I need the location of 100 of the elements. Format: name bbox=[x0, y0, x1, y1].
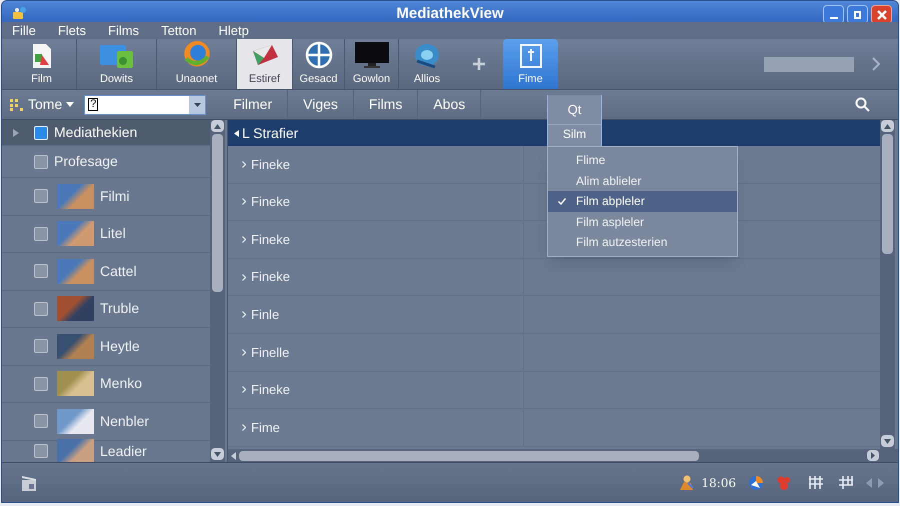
list-item[interactable]: Fime bbox=[251, 418, 280, 438]
vertical-scrollbar[interactable] bbox=[210, 120, 225, 462]
menu-item[interactable]: Flets bbox=[58, 20, 86, 40]
close-icon bbox=[876, 10, 886, 20]
globe-icon[interactable] bbox=[748, 474, 764, 490]
list-item[interactable]: Fineke bbox=[251, 230, 290, 250]
window-title: MediathekView bbox=[396, 4, 504, 24]
menu-item[interactable]: Film abpleler bbox=[548, 191, 737, 212]
menu-item[interactable]: Tetton bbox=[161, 20, 196, 40]
list-item[interactable]: Fineke bbox=[251, 192, 290, 212]
sidebar-item[interactable]: Heytle bbox=[2, 328, 210, 366]
toolbar-button[interactable]: Gesacd bbox=[293, 39, 345, 89]
sidebar-item[interactable]: Menko bbox=[2, 366, 210, 403]
folder-icon bbox=[98, 42, 134, 68]
scroll-left-icon bbox=[231, 452, 236, 460]
tab[interactable]: Viges bbox=[288, 90, 354, 119]
menu-item[interactable]: Alim ablieler bbox=[548, 170, 737, 191]
photo-placeholder bbox=[57, 371, 94, 396]
list-item[interactable]: Fineke bbox=[251, 154, 290, 174]
sidebar-item[interactable]: Mediathekien bbox=[2, 120, 210, 146]
film-frame-icon bbox=[518, 42, 542, 68]
menu-item[interactable]: Films bbox=[108, 20, 140, 40]
person-icon[interactable] bbox=[678, 474, 696, 491]
toolbar-button[interactable]: Unaonet bbox=[157, 39, 237, 89]
checkbox[interactable] bbox=[34, 302, 48, 316]
grid-icon bbox=[10, 98, 24, 110]
vertical-scrollbar[interactable] bbox=[880, 120, 895, 449]
item-label: Filmi bbox=[100, 186, 130, 206]
sidebar-item[interactable]: Truble bbox=[2, 290, 210, 328]
scroll-thumb[interactable] bbox=[239, 450, 699, 460]
item-label: Truble bbox=[100, 299, 140, 318]
plus-icon[interactable] bbox=[473, 58, 485, 70]
browser-icon bbox=[182, 39, 212, 68]
toolbar-button[interactable]: Film bbox=[7, 39, 77, 89]
menu-item[interactable]: Fille bbox=[12, 20, 36, 40]
sidebar-item[interactable]: Filmi bbox=[2, 178, 210, 216]
photo-placeholder bbox=[57, 296, 94, 322]
minimize-icon bbox=[830, 17, 838, 19]
list-item[interactable]: Fineke bbox=[251, 380, 290, 400]
menu-item[interactable]: Film aspleler bbox=[548, 212, 737, 232]
maximize-icon bbox=[854, 10, 861, 18]
table-icon[interactable] bbox=[838, 475, 854, 490]
tab[interactable]: Films bbox=[354, 90, 418, 119]
tab[interactable]: Abos bbox=[418, 90, 482, 119]
checkbox[interactable] bbox=[34, 154, 48, 168]
horizontal-scrollbar[interactable] bbox=[228, 449, 898, 462]
combo-field[interactable]: ? bbox=[84, 94, 206, 114]
item-label: Litel bbox=[100, 224, 126, 244]
expand-arrow-icon[interactable] bbox=[13, 128, 19, 136]
toolbar-button[interactable]: Estiref bbox=[237, 39, 293, 89]
item-label: Menko bbox=[100, 374, 142, 394]
photo-placeholder bbox=[57, 221, 94, 246]
crosshair-icon bbox=[304, 40, 332, 68]
collapse-icon bbox=[234, 130, 239, 136]
grid-icon[interactable] bbox=[808, 475, 824, 490]
checkbox[interactable] bbox=[34, 376, 48, 391]
checkbox[interactable] bbox=[34, 226, 48, 241]
menu-item[interactable]: Hletp bbox=[218, 20, 249, 40]
arrows-icon[interactable] bbox=[866, 478, 884, 488]
search-icon[interactable] bbox=[855, 97, 870, 112]
item-label: Leadier bbox=[100, 442, 147, 460]
checkbox[interactable] bbox=[34, 444, 48, 458]
clock-time: 18:06 bbox=[701, 474, 736, 492]
tab[interactable]: Filmer bbox=[218, 90, 288, 119]
item-label: Profesage bbox=[54, 152, 118, 171]
checkbox[interactable] bbox=[34, 264, 48, 278]
menu-item[interactable]: Film autzesterien bbox=[548, 232, 737, 252]
toolbar-button[interactable]: Gowlon bbox=[345, 39, 399, 89]
checkbox[interactable] bbox=[34, 339, 48, 354]
list-item[interactable]: Finle bbox=[251, 304, 280, 324]
item-label: Mediathekien bbox=[54, 123, 138, 142]
checkbox[interactable] bbox=[34, 414, 48, 428]
photo-placeholder bbox=[57, 184, 94, 209]
monitor-icon bbox=[354, 40, 390, 68]
list-item[interactable]: Finelle bbox=[251, 342, 290, 362]
photo-placeholder bbox=[57, 258, 94, 284]
caret-icon bbox=[66, 102, 74, 107]
chevron-right-icon[interactable] bbox=[872, 57, 880, 71]
item-label: Heytle bbox=[100, 336, 140, 356]
sidebar-item[interactable]: Nenbler bbox=[2, 403, 210, 440]
checkbox[interactable] bbox=[34, 189, 48, 204]
toolbar-button[interactable]: Fime bbox=[503, 39, 558, 89]
view-menu-button[interactable]: Tome bbox=[10, 94, 74, 115]
photo-placeholder bbox=[57, 408, 94, 434]
sidebar-item[interactable]: Litel bbox=[2, 216, 210, 253]
item-label: Cattel bbox=[100, 262, 137, 281]
photo-placeholder bbox=[57, 334, 94, 359]
list-item[interactable]: Fineke bbox=[251, 267, 290, 287]
clapperboard-icon[interactable] bbox=[20, 474, 38, 492]
toolbar-button[interactable]: Allios bbox=[399, 39, 455, 89]
scroll-thumb[interactable] bbox=[882, 134, 893, 254]
menu-item[interactable]: Flime bbox=[548, 150, 737, 170]
app-icon bbox=[12, 6, 28, 20]
item-label: Nenbler bbox=[100, 412, 150, 431]
scroll-down-icon bbox=[881, 435, 894, 447]
toolbar-button[interactable]: Dowits bbox=[77, 39, 157, 89]
sidebar-item[interactable]: Profesage bbox=[2, 146, 210, 178]
photo-placeholder bbox=[57, 438, 94, 462]
sidebar-item[interactable]: Cattel bbox=[2, 253, 210, 290]
scroll-thumb[interactable] bbox=[212, 134, 223, 292]
